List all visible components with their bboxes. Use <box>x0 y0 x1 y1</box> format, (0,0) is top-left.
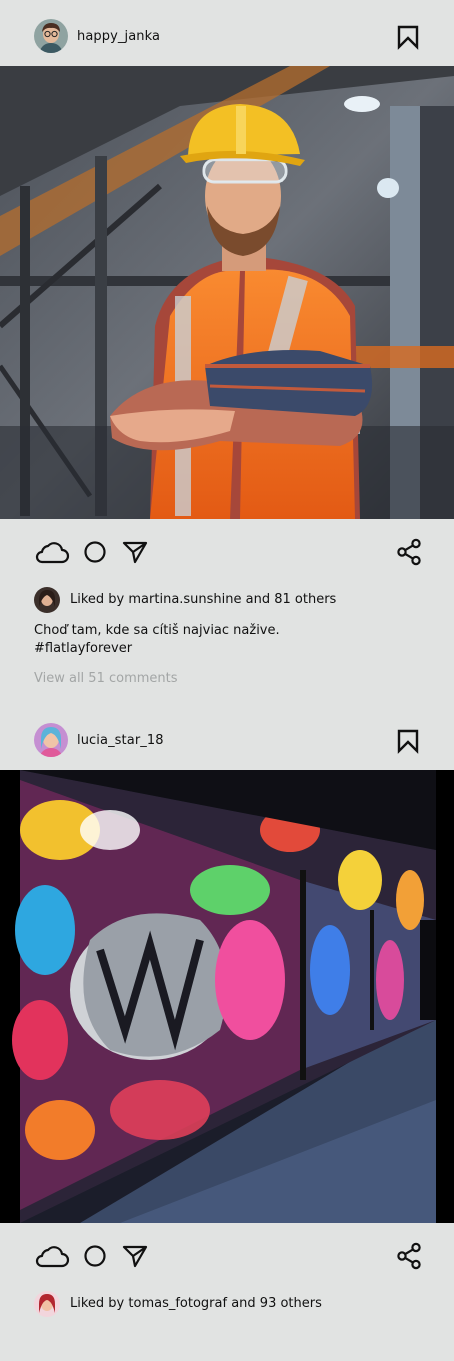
share-icon[interactable] <box>396 538 422 570</box>
send-icon[interactable] <box>122 1244 148 1272</box>
likes-prefix: Liked by <box>70 592 129 607</box>
post-actions <box>0 533 454 573</box>
circle-icon[interactable] <box>83 540 107 568</box>
caption: Choď tam, kde sa cítiš najviac naživе. #… <box>34 622 424 658</box>
likes-suffix: and 93 others <box>227 1296 322 1311</box>
post-header: lucia_star_18 <box>0 704 454 770</box>
likes-text: Liked by martina.sunshine and 81 others <box>70 592 336 607</box>
post-1: happy_janka Liked by martina.sunshine an… <box>0 0 454 700</box>
liker-username[interactable]: martina.sunshine <box>128 592 241 607</box>
username[interactable]: lucia_star_18 <box>77 733 164 748</box>
bookmark-icon[interactable] <box>396 728 420 754</box>
send-icon[interactable] <box>122 540 148 568</box>
cloud-icon[interactable] <box>34 1243 70 1273</box>
likes-row: Liked by tomas_fotograf and 93 others <box>34 1291 434 1317</box>
bookmark-icon[interactable] <box>396 24 420 50</box>
avatar[interactable] <box>34 723 68 757</box>
circle-icon[interactable] <box>83 1244 107 1272</box>
liker-username[interactable]: tomas_fotograf <box>128 1296 227 1311</box>
avatar[interactable] <box>34 19 68 53</box>
post-actions <box>0 1237 454 1277</box>
post-photo-construction-worker[interactable] <box>0 66 454 519</box>
post-photo-graffiti-wall[interactable] <box>0 770 454 1223</box>
likes-suffix: and 81 others <box>241 592 337 607</box>
username[interactable]: happy_janka <box>77 29 160 44</box>
cloud-icon[interactable] <box>34 539 70 569</box>
likes-text: Liked by tomas_fotograf and 93 others <box>70 1296 322 1311</box>
view-comments-link[interactable]: View all 51 comments <box>34 671 178 686</box>
likes-row: Liked by martina.sunshine and 81 others <box>34 587 434 613</box>
post-2: lucia_star_18 Liked by tomas_fotograf an… <box>0 704 454 1361</box>
liker-avatar[interactable] <box>34 587 60 613</box>
share-icon[interactable] <box>396 1242 422 1274</box>
likes-prefix: Liked by <box>70 1296 129 1311</box>
liker-avatar[interactable] <box>34 1291 60 1317</box>
post-header: happy_janka <box>0 0 454 66</box>
caption-hashtag[interactable]: #flatlayforever <box>34 640 424 658</box>
caption-text: Choď tam, kde sa cítiš najviac naživе. <box>34 623 280 638</box>
